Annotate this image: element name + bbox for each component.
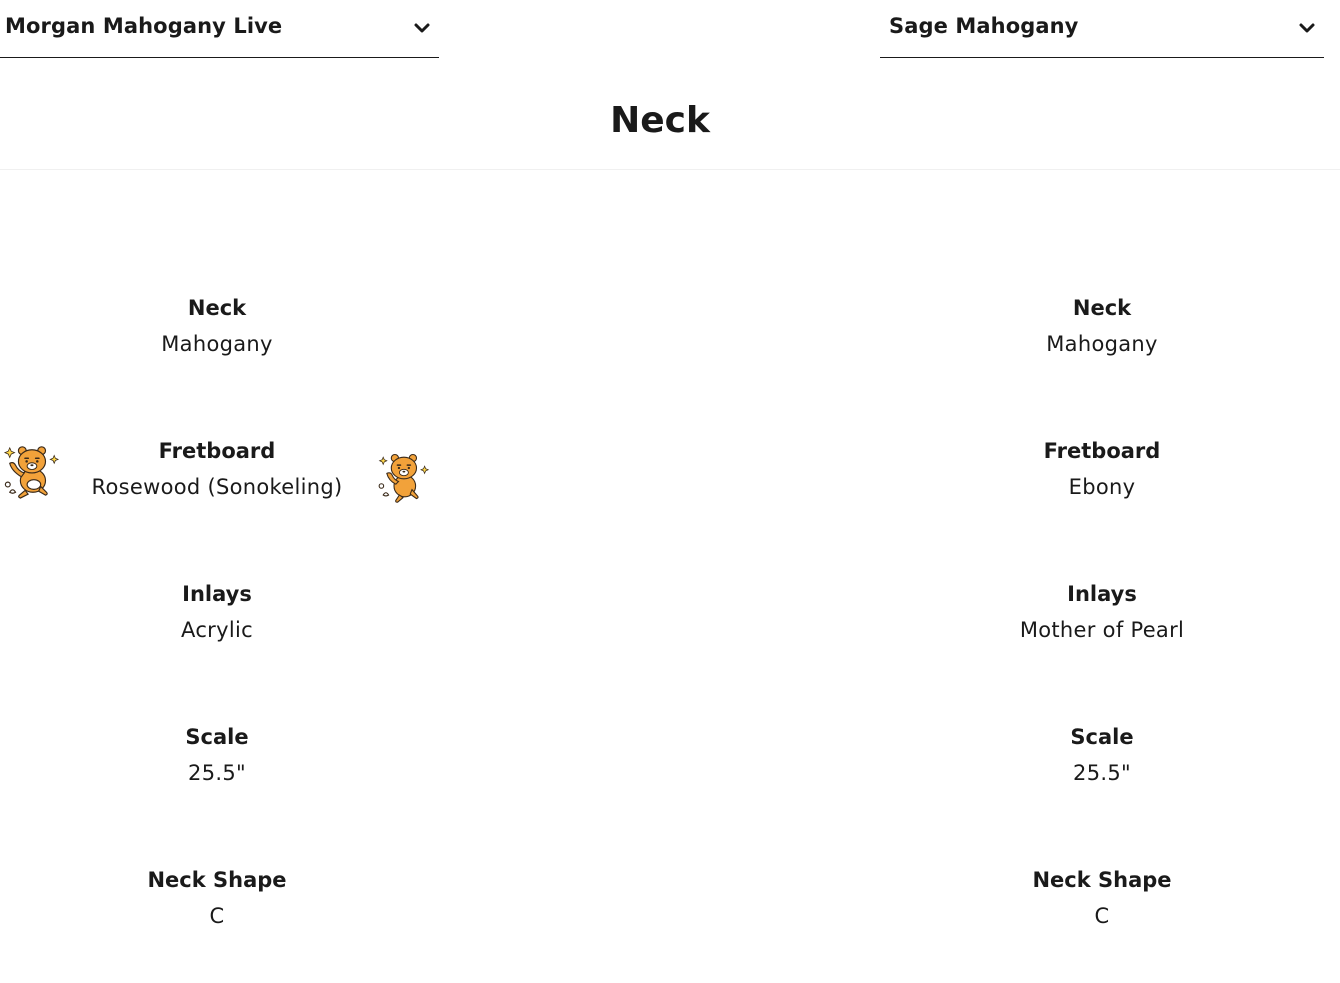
chevron-down-icon	[414, 23, 430, 33]
section-divider	[0, 169, 1340, 170]
spec-value: 25.5"	[1073, 761, 1131, 785]
bear-sticker-icon	[378, 453, 430, 503]
spec-item-fretboard: Fretboard Ebony	[885, 435, 1319, 578]
spec-value: Mother of Pearl	[1019, 618, 1185, 642]
left-product-select-value: Morgan Mahogany Live	[5, 14, 283, 38]
spec-label: Neck Shape	[147, 868, 287, 892]
spec-value: 25.5"	[188, 761, 246, 785]
spec-item-scale: Scale 25.5"	[0, 721, 434, 864]
spec-value: Mahogany	[1046, 332, 1158, 356]
spec-label: Neck Shape	[1032, 868, 1172, 892]
spec-value: Ebony	[1068, 475, 1136, 499]
spec-value: C	[209, 904, 225, 928]
spec-value: C	[1094, 904, 1110, 928]
right-spec-list: Neck Mahogany Fretboard Ebony Inlays Mot…	[885, 292, 1319, 983]
spec-label: Neck	[187, 296, 247, 320]
chevron-down-icon	[1299, 23, 1315, 33]
spec-value: Rosewood (Sonokeling)	[91, 475, 343, 499]
right-product-select[interactable]: Sage Mahogany	[880, 0, 1324, 58]
bear-sticker-icon	[3, 446, 60, 499]
right-product-select-value: Sage Mahogany	[889, 14, 1079, 38]
spec-item-scale: Scale 25.5"	[885, 721, 1319, 864]
spec-label: Fretboard	[158, 439, 276, 463]
section-title: Neck	[610, 100, 710, 141]
spec-item-neck-shape: Neck Shape C	[885, 864, 1319, 983]
spec-value: Mahogany	[161, 332, 273, 356]
spec-item-inlays: Inlays Mother of Pearl	[885, 578, 1319, 721]
spec-label: Inlays	[1067, 582, 1137, 606]
spec-item-fretboard: Fretboard Rosewood (Sonokeling)	[0, 435, 434, 578]
left-spec-list: Neck Mahogany Fretboard Rosewood (Sonoke…	[0, 292, 434, 983]
spec-label: Neck	[1072, 296, 1132, 320]
spec-label: Scale	[1070, 725, 1134, 749]
spec-item-inlays: Inlays Acrylic	[0, 578, 434, 721]
spec-value: Acrylic	[181, 618, 253, 642]
spec-item-neck: Neck Mahogany	[0, 292, 434, 435]
spec-item-neck: Neck Mahogany	[885, 292, 1319, 435]
left-product-select[interactable]: Morgan Mahogany Live	[0, 0, 439, 58]
spec-label: Fretboard	[1043, 439, 1161, 463]
spec-label: Scale	[185, 725, 249, 749]
spec-label: Inlays	[182, 582, 252, 606]
compare-page: Morgan Mahogany Live Sage Mahogany Neck …	[0, 0, 1340, 983]
spec-item-neck-shape: Neck Shape C	[0, 864, 434, 983]
